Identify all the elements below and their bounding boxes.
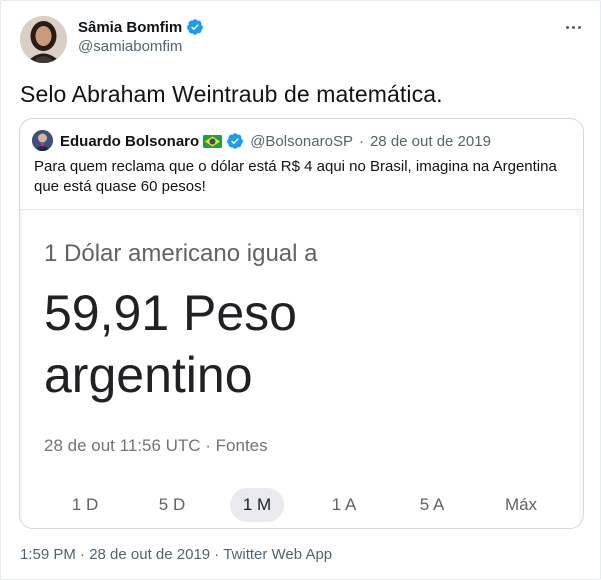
range-selector: 1 D 5 D 1 M 1 A 5 A Máx	[22, 488, 579, 522]
currency-value: 59,91 Peso argentino	[44, 285, 297, 403]
quoted-author-handle[interactable]: @BolsonaroSP	[250, 133, 353, 150]
range-5d[interactable]: 5 D	[149, 488, 195, 522]
quoted-tweet[interactable]: Eduardo Bolsonaro @BolsonaroSP · 28 de o…	[19, 118, 584, 529]
more-options-icon[interactable]	[561, 21, 585, 33]
quoted-separator: ·	[358, 132, 364, 150]
author-handle[interactable]: @samiabomfim	[78, 38, 182, 55]
quoted-header: Eduardo Bolsonaro @BolsonaroSP · 28 de o…	[60, 132, 491, 150]
range-1m[interactable]: 1 M	[230, 488, 284, 522]
quoted-author-name[interactable]: Eduardo Bolsonaro	[60, 133, 199, 150]
quoted-media-image[interactable]: 1 Dólar americano igual a 59,91 Peso arg…	[20, 209, 583, 528]
quoted-verified-badge-icon	[227, 133, 244, 149]
range-5a[interactable]: 5 A	[410, 488, 454, 522]
tweet-container: Sâmia Bomfim @samiabomfim Selo Abraham W…	[0, 0, 601, 580]
currency-card: 1 Dólar americano igual a 59,91 Peso arg…	[22, 210, 579, 528]
tweet-text: Selo Abraham Weintraub de matemática.	[20, 81, 443, 107]
author-name-text: Sâmia Bomfim	[78, 18, 183, 36]
currency-label: 1 Dólar americano igual a	[44, 240, 318, 267]
author-name[interactable]: Sâmia Bomfim	[78, 18, 204, 36]
author-avatar[interactable]	[20, 16, 67, 63]
quoted-author-avatar[interactable]	[32, 130, 53, 151]
range-1d[interactable]: 1 D	[63, 488, 107, 522]
tweet-meta[interactable]: 1:59 PM · 28 de out de 2019 · Twitter We…	[20, 546, 332, 563]
range-1a[interactable]: 1 A	[322, 488, 366, 522]
range-max[interactable]: Máx	[496, 488, 546, 522]
quoted-text: Para quem reclama que o dólar está R$ 4 …	[34, 158, 557, 195]
verified-badge-icon	[187, 19, 204, 35]
currency-timestamp: 28 de out 11:56 UTC · Fontes	[44, 436, 268, 455]
quoted-date[interactable]: 28 de out de 2019	[370, 133, 491, 150]
brazil-flag-icon	[203, 134, 223, 148]
